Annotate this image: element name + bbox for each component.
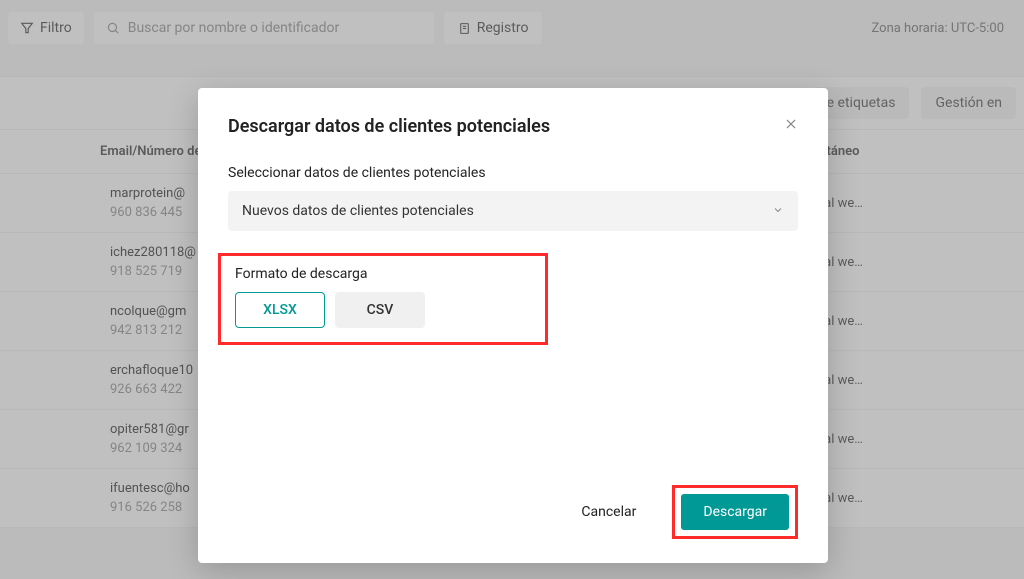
download-button[interactable]: Descargar	[681, 494, 789, 530]
format-toggle: XLSX CSV	[235, 292, 531, 328]
download-modal: Descargar datos de clientes potenciales …	[198, 88, 828, 563]
format-xlsx-button[interactable]: XLSX	[235, 292, 325, 328]
select-label: Seleccionar datos de clientes potenciale…	[228, 165, 798, 181]
modal-title: Descargar datos de clientes potenciales	[228, 116, 550, 137]
format-label: Formato de descarga	[235, 266, 531, 282]
cancel-button[interactable]: Cancelar	[561, 494, 656, 530]
data-select[interactable]: Nuevos datos de clientes potenciales	[228, 191, 798, 231]
format-section-highlight: Formato de descarga XLSX CSV	[218, 253, 548, 345]
select-value: Nuevos datos de clientes potenciales	[242, 203, 474, 219]
format-csv-button[interactable]: CSV	[335, 292, 425, 328]
close-icon[interactable]	[784, 116, 798, 135]
download-button-highlight: Descargar	[672, 485, 798, 539]
chevron-down-icon	[772, 204, 784, 219]
